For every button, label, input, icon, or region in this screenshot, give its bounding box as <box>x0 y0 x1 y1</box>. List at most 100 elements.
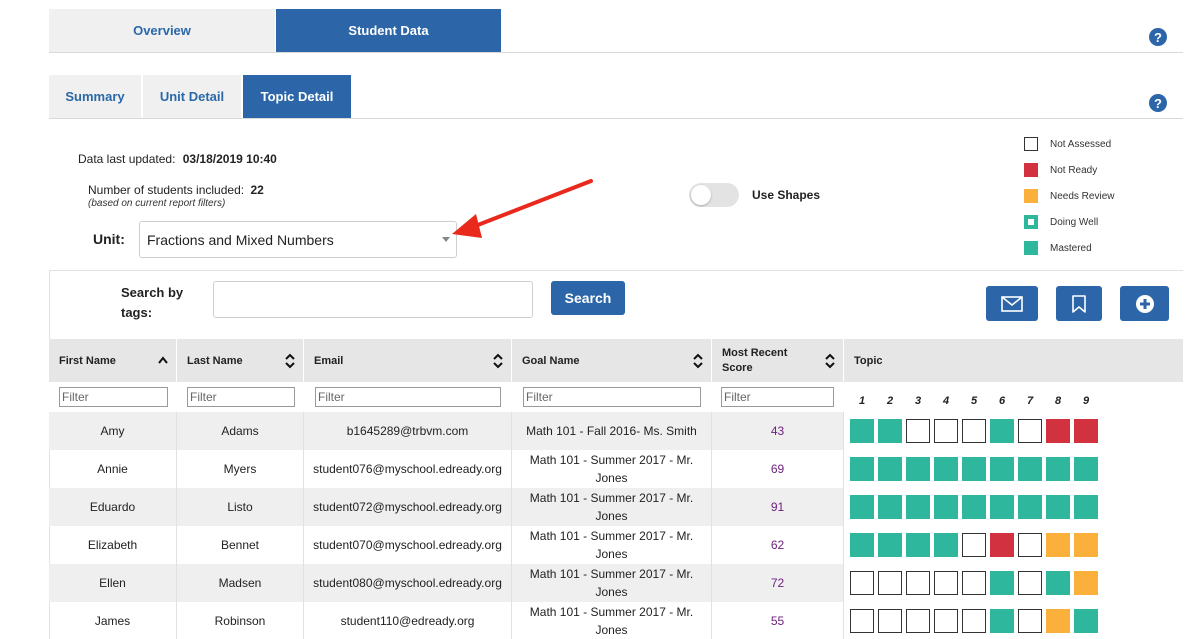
mastered-square[interactable] <box>1046 457 1070 481</box>
not-assessed-square[interactable] <box>850 609 874 633</box>
mastered-square[interactable] <box>1046 495 1070 519</box>
unit-select[interactable]: Fractions and Mixed Numbers <box>139 221 457 258</box>
table-row[interactable]: Annie Myers student076@myschool.edready.… <box>49 450 844 488</box>
filter-last-name-input[interactable]: Filter <box>187 387 295 407</box>
tab-overview[interactable]: Overview <box>49 9 275 52</box>
mastered-square[interactable] <box>1074 495 1098 519</box>
col-email[interactable]: Email <box>304 339 512 382</box>
not-assessed-square[interactable] <box>878 609 902 633</box>
not-assessed-square[interactable] <box>962 533 986 557</box>
mastered-square[interactable] <box>1018 457 1042 481</box>
tab-topic-detail[interactable]: Topic Detail <box>243 75 351 118</box>
not-assessed-swatch <box>1024 137 1038 151</box>
col-first-name[interactable]: First Name <box>49 339 177 382</box>
search-tags-input[interactable] <box>213 281 533 318</box>
not-ready-square[interactable] <box>1046 419 1070 443</box>
table-row[interactable]: Amy Adams b1645289@trbvm.com Math 101 - … <box>49 412 844 450</box>
mastered-square[interactable] <box>878 419 902 443</box>
tab-unit-detail[interactable]: Unit Detail <box>143 75 241 118</box>
legend-label: Mastered <box>1050 242 1092 254</box>
help-icon[interactable]: ? <box>1149 94 1167 112</box>
mastered-square[interactable] <box>962 495 986 519</box>
not-ready-square[interactable] <box>990 533 1014 557</box>
table-row[interactable]: Elizabeth Bennet student070@myschool.edr… <box>49 526 844 564</box>
needs-review-square[interactable] <box>1074 533 1098 557</box>
mastered-square[interactable] <box>962 457 986 481</box>
topic-number: 2 <box>886 395 894 407</box>
needs-review-square[interactable] <box>1074 571 1098 595</box>
mastered-square[interactable] <box>1074 457 1098 481</box>
not-assessed-square[interactable] <box>962 571 986 595</box>
not-assessed-square[interactable] <box>934 609 958 633</box>
not-assessed-square[interactable] <box>906 419 930 443</box>
mastered-square[interactable] <box>1046 571 1070 595</box>
col-most-recent-score[interactable]: Most Recent Score <box>712 339 844 382</box>
mastered-square[interactable] <box>850 533 874 557</box>
mastered-square[interactable] <box>990 419 1014 443</box>
not-ready-square[interactable] <box>1074 419 1098 443</box>
mastered-square[interactable] <box>1018 495 1042 519</box>
mastered-square[interactable] <box>878 533 902 557</box>
mastered-square[interactable] <box>906 457 930 481</box>
mastered-square[interactable] <box>990 457 1014 481</box>
not-assessed-square[interactable] <box>934 419 958 443</box>
mastered-square[interactable] <box>850 495 874 519</box>
mastered-square[interactable] <box>1074 609 1098 633</box>
col-last-name[interactable]: Last Name <box>177 339 304 382</box>
help-icon[interactable]: ? <box>1149 28 1167 46</box>
bookmark-button[interactable] <box>1056 286 1102 321</box>
mastered-square[interactable] <box>850 419 874 443</box>
filter-score-input[interactable]: Filter <box>721 387 834 407</box>
mastered-square[interactable] <box>906 495 930 519</box>
not-assessed-square[interactable] <box>934 571 958 595</box>
search-button[interactable]: Search <box>551 281 625 315</box>
mastered-square[interactable] <box>906 533 930 557</box>
mastered-square[interactable] <box>878 457 902 481</box>
legend-label: Needs Review <box>1050 190 1115 202</box>
mastered-square[interactable] <box>934 533 958 557</box>
not-assessed-square[interactable] <box>1018 571 1042 595</box>
legend-mastered: Mastered <box>1024 241 1092 255</box>
filter-email-input[interactable]: Filter <box>315 387 501 407</box>
mastered-square[interactable] <box>934 495 958 519</box>
not-assessed-square[interactable] <box>1018 609 1042 633</box>
search-tags-label: Search by tags: <box>121 283 183 323</box>
mastered-square[interactable] <box>990 495 1014 519</box>
legend-label: Doing Well <box>1050 216 1099 228</box>
needs-review-square[interactable] <box>1046 533 1070 557</box>
table-row[interactable]: James Robinson student110@edready.org Ma… <box>49 602 844 639</box>
not-assessed-square[interactable] <box>1018 419 1042 443</box>
add-button[interactable] <box>1120 286 1169 321</box>
needs-review-square[interactable] <box>1046 609 1070 633</box>
tab-student-data[interactable]: Student Data <box>276 9 501 52</box>
table-row[interactable]: Ellen Madsen student080@myschool.edready… <box>49 564 844 602</box>
mastered-square[interactable] <box>990 571 1014 595</box>
topic-number: 4 <box>942 395 950 407</box>
not-assessed-square[interactable] <box>962 609 986 633</box>
col-goal-name[interactable]: Goal Name <box>512 339 712 382</box>
tab-summary[interactable]: Summary <box>49 75 141 118</box>
filter-goal-name-input[interactable]: Filter <box>523 387 701 407</box>
email-button[interactable] <box>986 286 1038 321</box>
report-tabs: Summary Unit Detail Topic Detail <box>49 75 1183 119</box>
mastered-square[interactable] <box>878 495 902 519</box>
score-cell: 55 <box>712 602 844 639</box>
not-assessed-square[interactable] <box>962 419 986 443</box>
mastered-square[interactable] <box>990 609 1014 633</box>
goal-name-line: Jones <box>595 547 628 561</box>
mastered-swatch <box>1024 241 1038 255</box>
mastered-square[interactable] <box>850 457 874 481</box>
goal-name-line: Math 101 - Fall 2016- Ms. Smith <box>526 424 697 438</box>
filter-first-name-input[interactable]: Filter <box>59 387 168 407</box>
use-shapes-toggle[interactable] <box>689 183 739 207</box>
not-assessed-square[interactable] <box>906 571 930 595</box>
student-count-value: 22 <box>250 183 264 197</box>
not-assessed-square[interactable] <box>878 571 902 595</box>
data-updated-label: Data last updated: <box>78 152 176 166</box>
not-assessed-square[interactable] <box>850 571 874 595</box>
table-row[interactable]: Eduardo Listo student072@myschool.edread… <box>49 488 844 526</box>
first-name-cell: Elizabeth <box>49 526 177 564</box>
not-assessed-square[interactable] <box>1018 533 1042 557</box>
not-assessed-square[interactable] <box>906 609 930 633</box>
mastered-square[interactable] <box>934 457 958 481</box>
